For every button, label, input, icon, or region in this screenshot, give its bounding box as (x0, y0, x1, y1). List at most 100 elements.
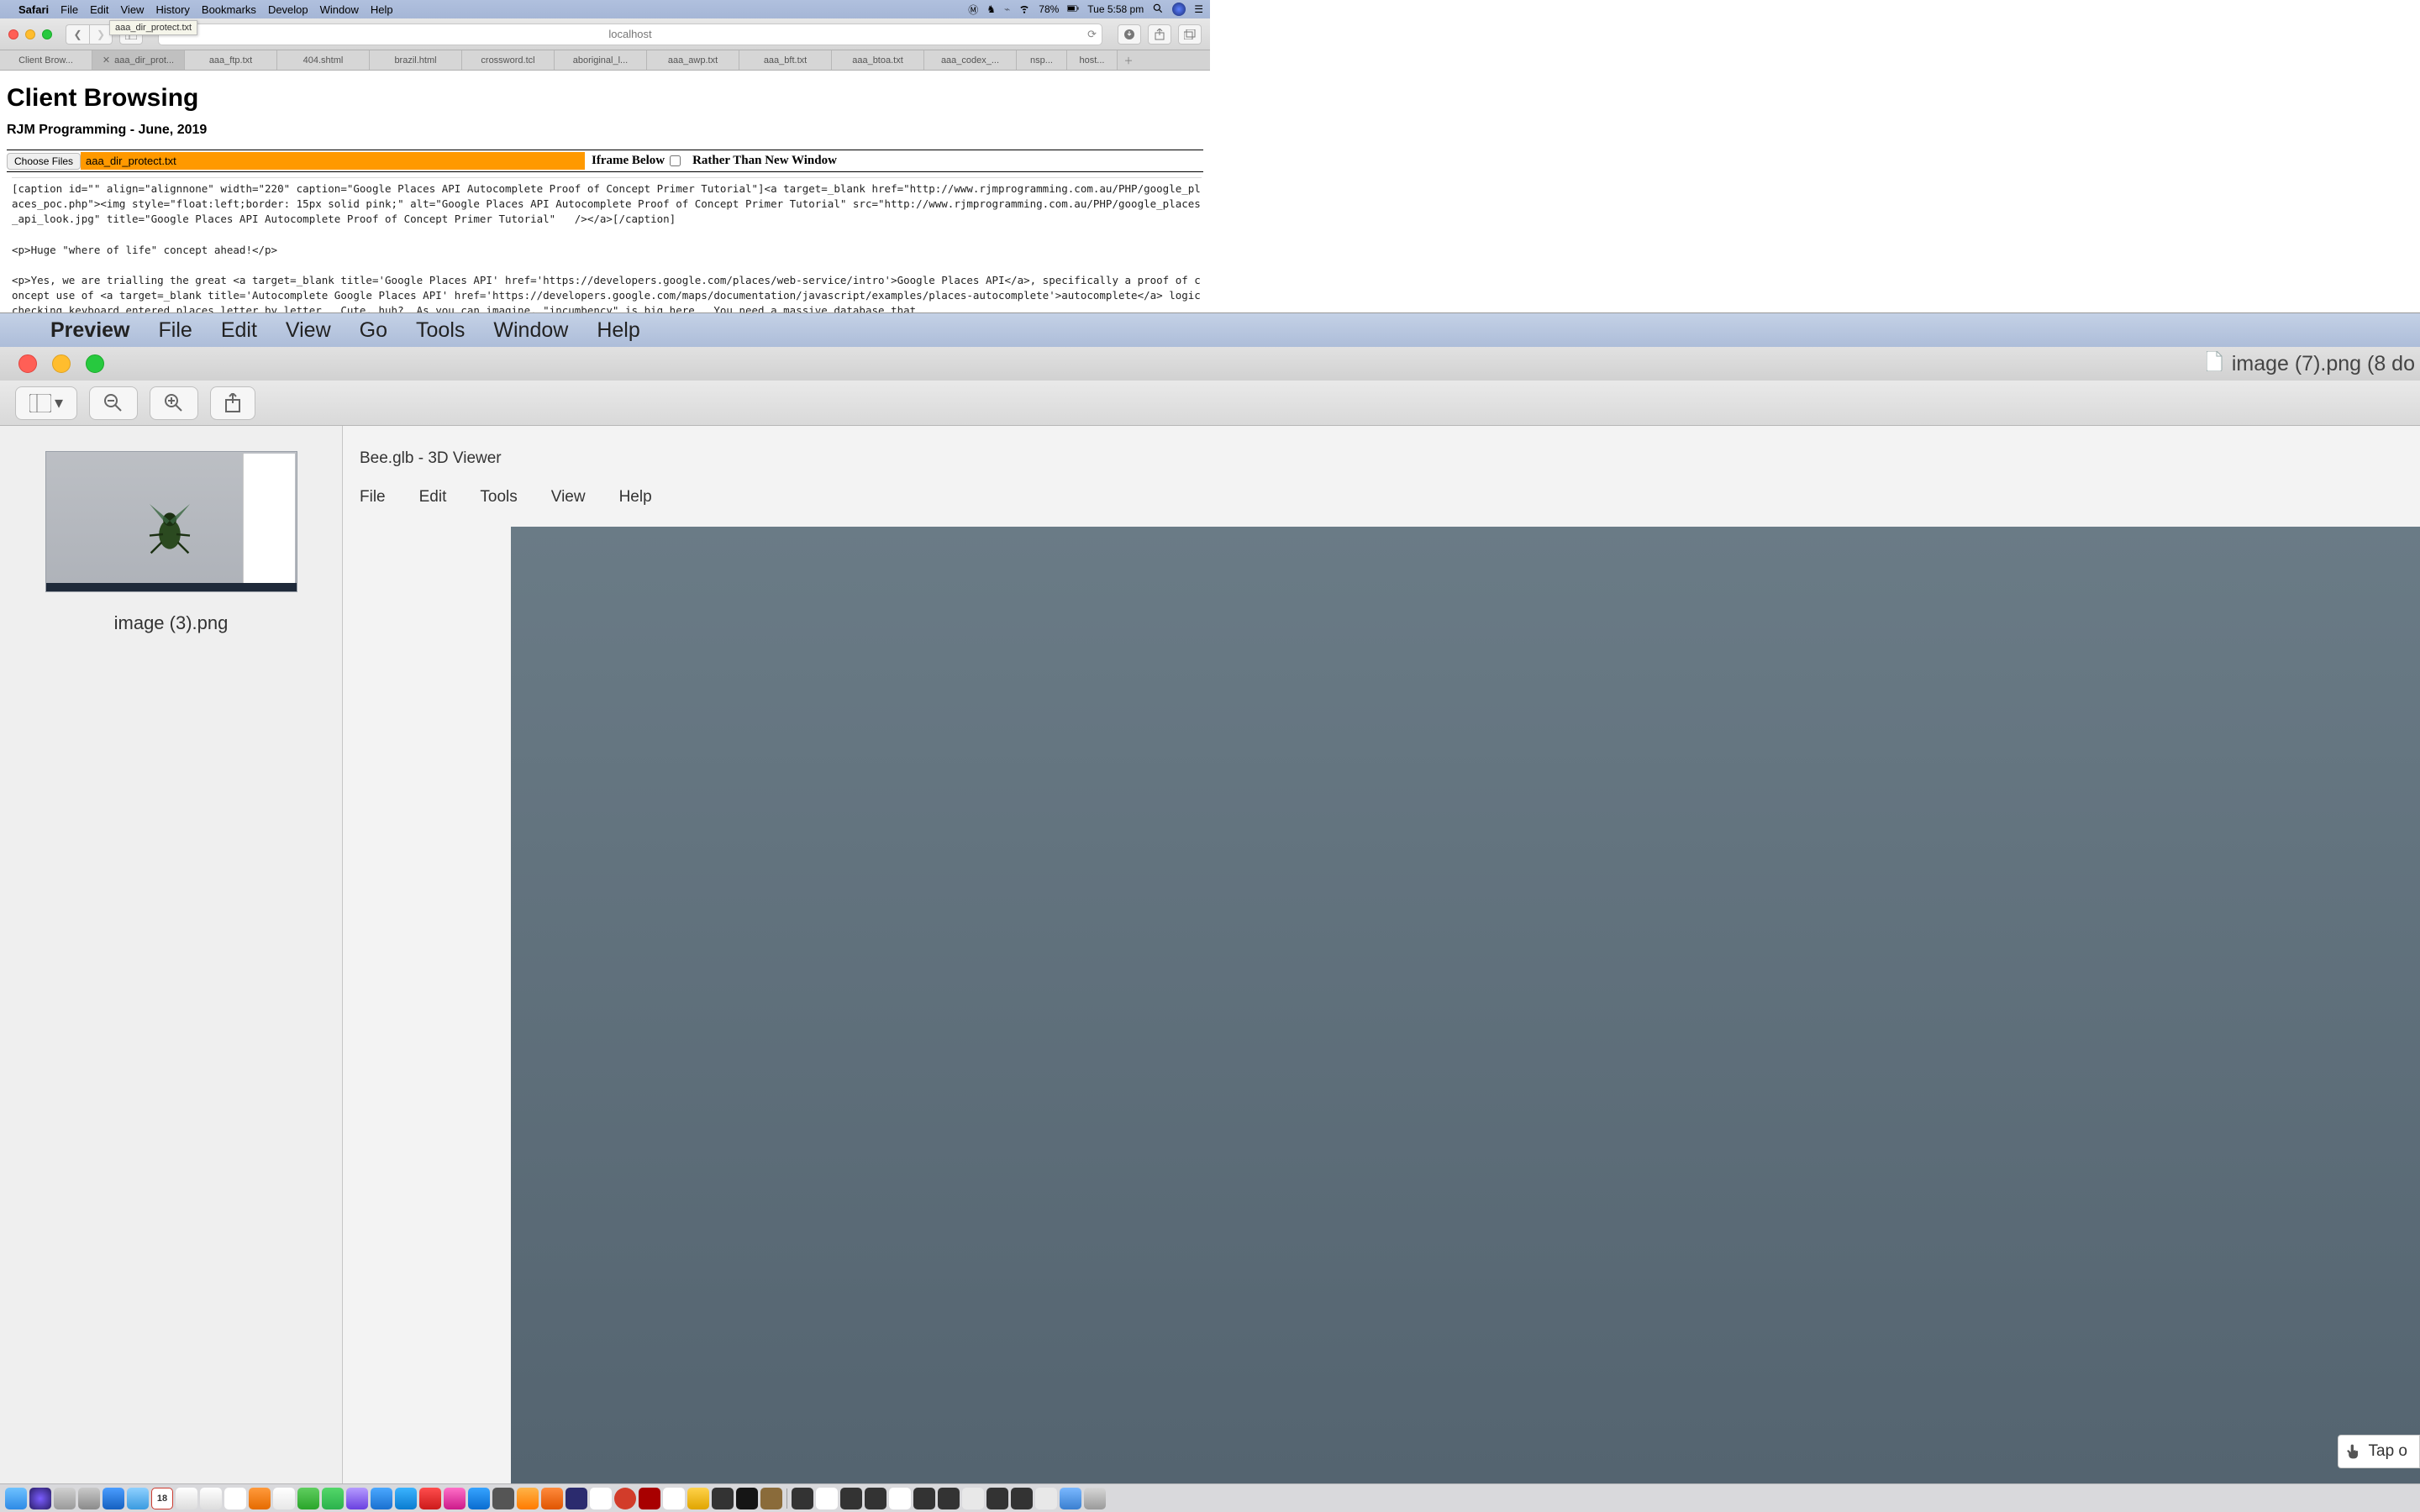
preview-menu-window[interactable]: Window (493, 318, 568, 343)
tab-brazil[interactable]: brazil.html (370, 50, 462, 70)
preview-zoom-button[interactable] (86, 354, 104, 373)
preview-menu-edit[interactable]: Edit (221, 318, 257, 343)
downloads-button[interactable] (1118, 24, 1141, 45)
iframe-checkbox[interactable] (670, 155, 681, 166)
tab-aaa-awp[interactable]: aaa_awp.txt (647, 50, 739, 70)
preview-close-button[interactable] (18, 354, 37, 373)
dock-terminal-icon[interactable] (492, 1488, 514, 1509)
dock-appstore-icon[interactable] (468, 1488, 490, 1509)
preview-menu-view[interactable]: View (286, 318, 331, 343)
viewer-menu-file[interactable]: File (360, 488, 386, 507)
tab-aboriginal[interactable]: aboriginal_l... (555, 50, 647, 70)
dock-facetime-icon[interactable] (322, 1488, 344, 1509)
dock-music-icon[interactable] (444, 1488, 466, 1509)
siri-icon[interactable] (1172, 3, 1186, 16)
dock-photoshop-icon[interactable] (566, 1488, 587, 1509)
preview-menu-go[interactable]: Go (360, 318, 387, 343)
zoom-in-button[interactable] (150, 386, 198, 420)
dock-min-terminal7[interactable] (1011, 1488, 1033, 1509)
dock-messages-icon[interactable] (297, 1488, 319, 1509)
menu-view[interactable]: View (121, 3, 145, 16)
tab-client-browsing[interactable]: Client Brow... (0, 50, 92, 70)
close-window-button[interactable] (8, 29, 18, 39)
dock-textedit-icon[interactable] (273, 1488, 295, 1509)
dock-calendar-icon[interactable]: 18 (151, 1488, 173, 1509)
wifi-icon[interactable] (1018, 3, 1030, 17)
new-tab-button[interactable]: ＋ (1118, 50, 1139, 70)
dock-app-orange[interactable] (517, 1488, 539, 1509)
choose-files-button[interactable]: Choose Files (7, 153, 81, 170)
sidebar-view-button[interactable]: ▾ (15, 386, 77, 420)
bluetooth-icon[interactable]: ⌁ (1004, 3, 1010, 15)
menu-help[interactable]: Help (371, 3, 393, 16)
zoom-window-button[interactable] (42, 29, 52, 39)
dock-numbers-icon[interactable] (371, 1488, 392, 1509)
spotlight-icon[interactable] (1152, 3, 1164, 17)
dock-min-terminal6[interactable] (986, 1488, 1008, 1509)
dock-siri-icon[interactable] (29, 1488, 51, 1509)
dock-mamp-icon[interactable] (663, 1488, 685, 1509)
dock-min-doc1[interactable] (889, 1488, 911, 1509)
dock-min-textedit[interactable] (816, 1488, 838, 1509)
tabs-button[interactable] (1178, 24, 1202, 45)
dock-no-entry-icon[interactable] (419, 1488, 441, 1509)
tab-nsp[interactable]: nsp... (1017, 50, 1067, 70)
tab-aaa-ftp[interactable]: aaa_ftp.txt (185, 50, 277, 70)
malwarebytes-icon[interactable]: Ⓜ (968, 3, 978, 17)
tab-crossword[interactable]: crossword.tcl (462, 50, 555, 70)
dock-finder-icon[interactable] (5, 1488, 27, 1509)
menu-develop[interactable]: Develop (268, 3, 308, 16)
close-tab-icon[interactable]: ✕ (103, 55, 110, 66)
notification-center-icon[interactable]: ☰ (1194, 3, 1203, 15)
zoom-out-button[interactable] (89, 386, 138, 420)
menu-file[interactable]: File (60, 3, 78, 16)
menu-bookmarks[interactable]: Bookmarks (202, 3, 256, 16)
share-button[interactable] (1148, 24, 1171, 45)
thumbnail-image-3[interactable] (45, 451, 297, 592)
dock-mail-icon[interactable] (103, 1488, 124, 1509)
dock-min-terminal4[interactable] (913, 1488, 935, 1509)
dock-min-terminal3[interactable] (865, 1488, 886, 1509)
dock-filezilla-icon[interactable] (639, 1488, 660, 1509)
dock-opera-icon[interactable] (614, 1488, 636, 1509)
dock-launchpad-icon[interactable] (78, 1488, 100, 1509)
dock-min-terminal[interactable] (792, 1488, 813, 1509)
menubar-clock[interactable]: Tue 5:58 pm (1087, 3, 1144, 15)
viewer-menu-edit[interactable]: Edit (419, 488, 447, 507)
dock-ibooks-icon[interactable] (249, 1488, 271, 1509)
viewer-menu-tools[interactable]: Tools (480, 488, 517, 507)
menu-edit[interactable]: Edit (90, 3, 108, 16)
preview-minimize-button[interactable] (52, 354, 71, 373)
viewer-menu-view[interactable]: View (551, 488, 586, 507)
menubar-app-name[interactable]: Safari (18, 3, 49, 16)
dock-min-terminal5[interactable] (938, 1488, 960, 1509)
dock-terminal2-icon[interactable] (712, 1488, 734, 1509)
dock-reminders-icon[interactable] (200, 1488, 222, 1509)
viewer-menu-help[interactable]: Help (619, 488, 652, 507)
dock-firefox-icon[interactable] (541, 1488, 563, 1509)
tab-host[interactable]: host... (1067, 50, 1118, 70)
menu-window[interactable]: Window (320, 3, 359, 16)
reload-icon[interactable]: ⟳ (1087, 28, 1097, 41)
dock-gimp-icon[interactable] (760, 1488, 782, 1509)
tab-aaa-codex[interactable]: aaa_codex_... (924, 50, 1017, 70)
dock-airdrop-icon[interactable] (127, 1488, 149, 1509)
dock-podcasts-icon[interactable] (346, 1488, 368, 1509)
game-icon[interactable]: ♞ (986, 3, 996, 15)
address-bar[interactable]: localhost ⟳ (158, 24, 1102, 45)
menu-history[interactable]: History (155, 3, 189, 16)
viewer-canvas[interactable] (511, 527, 2420, 1483)
battery-icon[interactable] (1067, 3, 1079, 17)
tab-404[interactable]: 404.shtml (277, 50, 370, 70)
tab-aaa-btoa[interactable]: aaa_btoa.txt (832, 50, 924, 70)
preview-menu-file[interactable]: File (159, 318, 192, 343)
dock-safari-icon[interactable] (54, 1488, 76, 1509)
preview-app-name[interactable]: Preview (50, 318, 130, 343)
dock-min-window[interactable] (1035, 1488, 1057, 1509)
dock-downloads-icon[interactable] (1060, 1488, 1081, 1509)
dock-chrome-icon[interactable] (590, 1488, 612, 1509)
dock-app-1[interactable] (176, 1488, 197, 1509)
dock-min-finder[interactable] (962, 1488, 984, 1509)
back-button[interactable]: ❮ (66, 24, 89, 45)
preview-menu-tools[interactable]: Tools (416, 318, 465, 343)
